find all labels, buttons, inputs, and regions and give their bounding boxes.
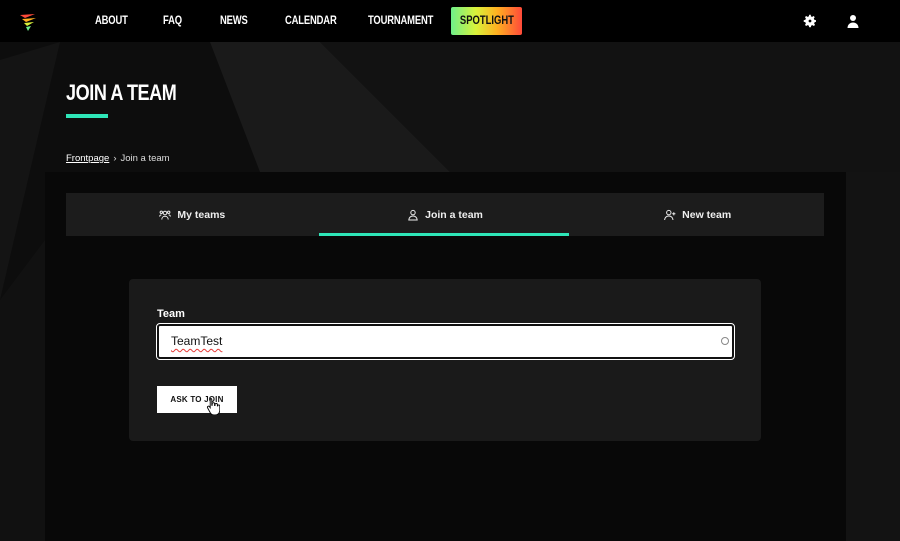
user-plus-icon <box>664 209 676 220</box>
gear-icon[interactable] <box>802 13 818 29</box>
tab-new-team-label: New team <box>682 208 732 221</box>
breadcrumb-current: Join a team <box>120 153 170 164</box>
tab-join-a-team-label: Join a team <box>425 208 483 221</box>
nav-tournament[interactable]: TOURNAMENT <box>368 0 433 42</box>
logo-icon[interactable] <box>16 10 40 34</box>
tab-join-a-team[interactable]: Join a team <box>318 193 572 236</box>
nav-news[interactable]: NEWS <box>220 0 248 42</box>
loading-circle-icon <box>721 337 729 345</box>
team-icon <box>159 210 172 220</box>
breadcrumb: Frontpage › Join a team <box>66 153 170 164</box>
team-input[interactable] <box>156 323 735 360</box>
join-team-card <box>129 279 761 441</box>
page-title: JOIN A TEAM <box>66 80 177 105</box>
breadcrumb-separator: › <box>113 153 117 164</box>
nav-calendar[interactable]: CALENDAR <box>285 0 337 42</box>
breadcrumb-home-link[interactable]: Frontpage <box>66 153 109 164</box>
spotlight-label: SPOTLIGHT <box>459 15 514 27</box>
nav-spotlight-button[interactable]: SPOTLIGHT <box>451 7 522 35</box>
team-tabs: My teams Join a team New team <box>66 193 824 236</box>
nav-faq[interactable]: FAQ <box>163 0 182 42</box>
team-field-label: Team <box>157 308 185 320</box>
title-underline <box>66 114 108 118</box>
user-icon[interactable] <box>845 13 861 29</box>
user-icon <box>408 209 418 220</box>
top-navigation: ABOUT FAQ NEWS CALENDAR TOURNAMENT SPOTL… <box>0 0 900 42</box>
nav-about[interactable]: ABOUT <box>95 0 128 42</box>
tab-new-team[interactable]: New team <box>571 193 824 236</box>
ask-to-join-button[interactable]: ASK TO JOIN <box>157 386 237 413</box>
tab-my-teams[interactable]: My teams <box>66 193 319 236</box>
tab-my-teams-label: My teams <box>177 208 226 221</box>
